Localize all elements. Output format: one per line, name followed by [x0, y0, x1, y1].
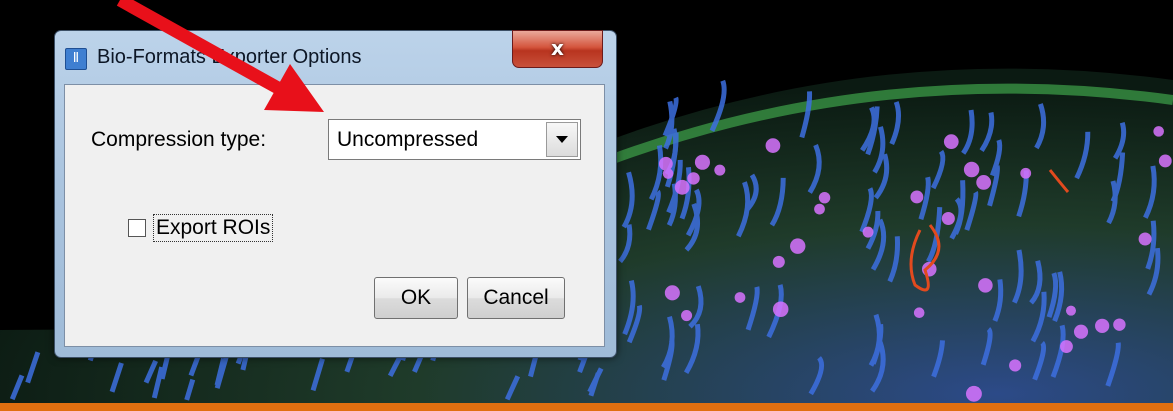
slide-accent-bar [0, 403, 1173, 411]
red-arrow-icon [116, 0, 324, 112]
